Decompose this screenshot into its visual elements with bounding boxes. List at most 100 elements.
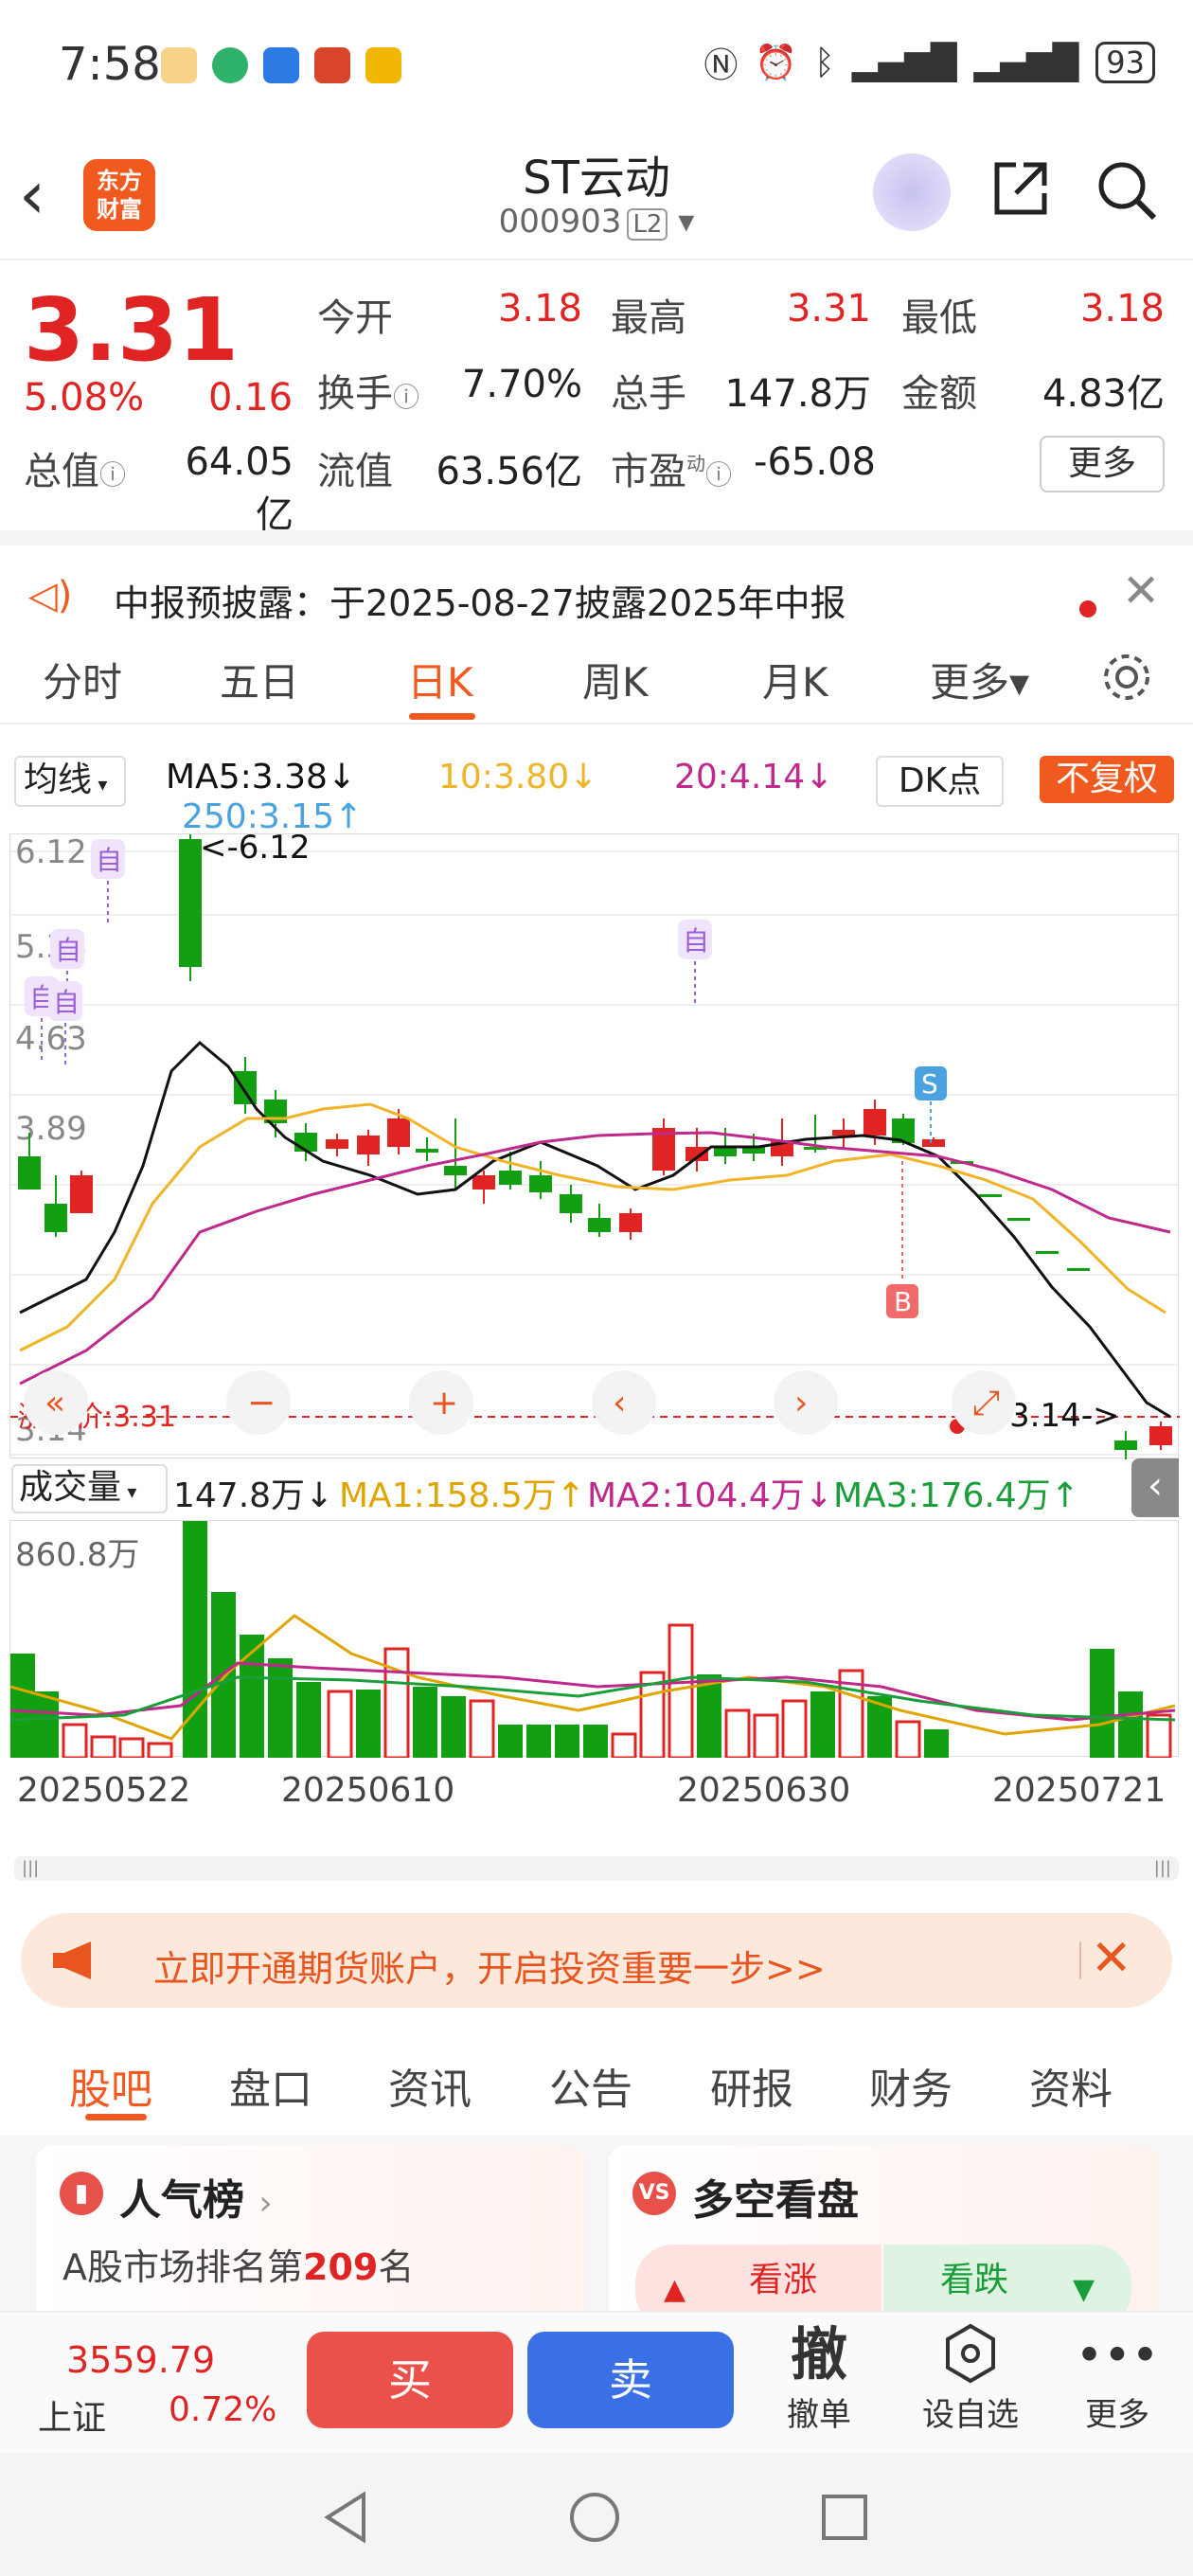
date-label: 20250522 xyxy=(17,1771,191,1810)
add-watchlist-button[interactable]: 设自选 xyxy=(904,2322,1037,2435)
price-axis-label: 6.12 xyxy=(15,834,87,871)
chart-nav-icon: + xyxy=(430,1384,458,1422)
candle-body xyxy=(70,1175,93,1213)
popularity-card[interactable]: ▮ 人气榜 › A股市场排名第209名 xyxy=(36,2145,585,2334)
bull-bear-card[interactable]: VS 多空看盘 看涨 ▲ 看跌 ▼ xyxy=(609,2145,1158,2334)
date-label: 20250610 xyxy=(281,1771,455,1810)
indicator-select[interactable]: 均线 ▾ xyxy=(14,756,126,807)
close-icon[interactable]: ✕ xyxy=(1122,564,1160,617)
buy-signal: B xyxy=(894,1286,912,1317)
tab-pankou[interactable]: 盘口 xyxy=(229,2055,312,2116)
price-axis-label: 4.63 xyxy=(15,1020,87,1058)
candle-body xyxy=(1036,1251,1059,1254)
cancel-order-button[interactable]: 撤 撤单 xyxy=(753,2322,885,2435)
period-tabs: 分时 五日 日K 周K 月K 更多▾ xyxy=(0,630,1193,724)
index-value: 3559.79 xyxy=(66,2339,216,2381)
amount-value: 4.83亿 xyxy=(1042,372,1165,416)
volume-bar xyxy=(611,1732,637,1760)
share-icon[interactable] xyxy=(989,157,1052,220)
active-tab-underline xyxy=(85,2114,147,2120)
scroll-handle-left[interactable]: ||| xyxy=(22,1858,39,1878)
notice-bar[interactable]: ◁) 中报预披露：于2025-08-27披露2025年中报 ✕ xyxy=(0,530,1193,624)
tab-profile[interactable]: 资料 xyxy=(1029,2055,1113,2116)
tab-news[interactable]: 资讯 xyxy=(388,2055,472,2116)
tab-five-day[interactable]: 五日 xyxy=(220,651,299,708)
dk-button[interactable]: DK点 xyxy=(876,756,1004,807)
assistant-robot-icon[interactable] xyxy=(873,153,951,231)
popularity-title-text: 人气榜 xyxy=(119,2176,244,2225)
high-value: 3.31 xyxy=(786,287,871,331)
volume-label: 总手 xyxy=(611,372,686,416)
collapse-panel-icon[interactable]: ‹ xyxy=(1131,1458,1179,1517)
volume-bar xyxy=(895,1720,921,1760)
tab-daily-k[interactable]: 日K xyxy=(407,651,473,708)
recents-nav-icon[interactable] xyxy=(820,2493,869,2542)
candle-body xyxy=(499,1171,522,1185)
self-tag: 自 xyxy=(55,935,81,966)
market-cap-label-text: 总值 xyxy=(24,450,99,493)
gear-icon[interactable] xyxy=(1098,649,1155,706)
chart-scrollbar[interactable]: ||| ||| xyxy=(14,1856,1179,1881)
volume-bar xyxy=(34,1691,59,1758)
info-icon: ⓘ xyxy=(99,459,127,491)
kline-chart[interactable]: 6.125.384.633.893.14涨停价:3.31 <-6.123.14-… xyxy=(9,829,1180,1459)
adjust-button[interactable]: 不复权 xyxy=(1040,756,1174,803)
index-pct: 0.72% xyxy=(169,2390,277,2429)
home-nav-icon[interactable] xyxy=(568,2491,621,2544)
scroll-handle-right[interactable]: ||| xyxy=(1154,1858,1171,1878)
tab-guba[interactable]: 股吧 xyxy=(69,2055,152,2116)
sell-button[interactable]: 卖 xyxy=(527,2332,734,2428)
candle-body xyxy=(416,1149,438,1153)
stock-code-text: 000903 xyxy=(498,203,622,241)
volume-bar xyxy=(469,1699,495,1760)
float-cap-value: 63.56亿 xyxy=(436,450,582,493)
buy-button[interactable]: 买 xyxy=(307,2332,513,2428)
pe-label[interactable]: 市盈动ⓘ xyxy=(611,440,732,495)
volume-indicator-select[interactable]: 成交量 ▾ xyxy=(11,1464,168,1513)
more-button[interactable]: 更多 xyxy=(1040,436,1165,492)
open-label: 今开 xyxy=(317,296,393,340)
tab-research[interactable]: 研报 xyxy=(710,2055,793,2116)
clock: 7:58 xyxy=(59,38,161,91)
search-icon[interactable] xyxy=(1094,157,1160,224)
volume-value: 147.8万 xyxy=(724,372,871,416)
tab-intraday[interactable]: 分时 xyxy=(43,651,122,708)
sell-signal: S xyxy=(921,1068,938,1100)
unread-dot xyxy=(1079,600,1096,617)
candle-body xyxy=(1114,1440,1137,1450)
ma20-label: 20:4.14↓ xyxy=(674,758,834,796)
volume-chart[interactable]: 860.8万 xyxy=(9,1520,1179,1760)
volume-bar xyxy=(668,1623,694,1760)
tab-more[interactable]: 更多▾ xyxy=(930,651,1029,708)
more-actions-button[interactable]: ••• 更多 xyxy=(1051,2322,1184,2435)
chevron-down-icon: ▾ xyxy=(92,773,108,796)
candle-body xyxy=(588,1218,611,1232)
volume-bar xyxy=(10,1654,35,1758)
candle-body xyxy=(619,1213,642,1232)
volume-bar xyxy=(296,1682,321,1758)
candle-body xyxy=(326,1139,348,1149)
alarm-icon: ⏰ xyxy=(755,44,798,82)
volume-bar xyxy=(753,1713,779,1760)
volume-bar xyxy=(526,1725,551,1758)
volume-bar xyxy=(1146,1713,1172,1760)
volume-value: 147.8万↓ xyxy=(173,1476,334,1515)
nfc-icon: Ⓝ xyxy=(703,46,739,85)
volume-bar xyxy=(1118,1691,1143,1758)
close-icon[interactable]: ✕ xyxy=(1091,1930,1132,1987)
tab-announcement[interactable]: 公告 xyxy=(549,2055,632,2116)
low-marker: 3.14-> xyxy=(1009,1397,1119,1435)
tab-weekly-k[interactable]: 周K xyxy=(582,651,649,708)
tab-monthly-k[interactable]: 月K xyxy=(762,651,828,708)
content-tabs: 股吧 盘口 资讯 公告 研报 财务 资料 xyxy=(0,2027,1193,2131)
market-cap-label[interactable]: 总值ⓘ xyxy=(24,440,126,495)
futures-ad-banner[interactable]: 立即开通期货账户，开启投资重要一步>> ✕ xyxy=(21,1913,1172,2008)
candle-body xyxy=(560,1194,582,1213)
turnover-label[interactable]: 换手ⓘ xyxy=(317,363,419,418)
chart-nav-icon: « xyxy=(45,1384,65,1422)
volume-bar xyxy=(147,1742,173,1760)
back-nav-icon[interactable] xyxy=(322,2491,369,2544)
tab-finance[interactable]: 财务 xyxy=(869,2055,953,2116)
kline-svg: 6.125.384.633.893.14涨停价:3.31 <-6.123.14-… xyxy=(10,829,1180,1459)
rank-number: 209 xyxy=(303,2246,379,2288)
